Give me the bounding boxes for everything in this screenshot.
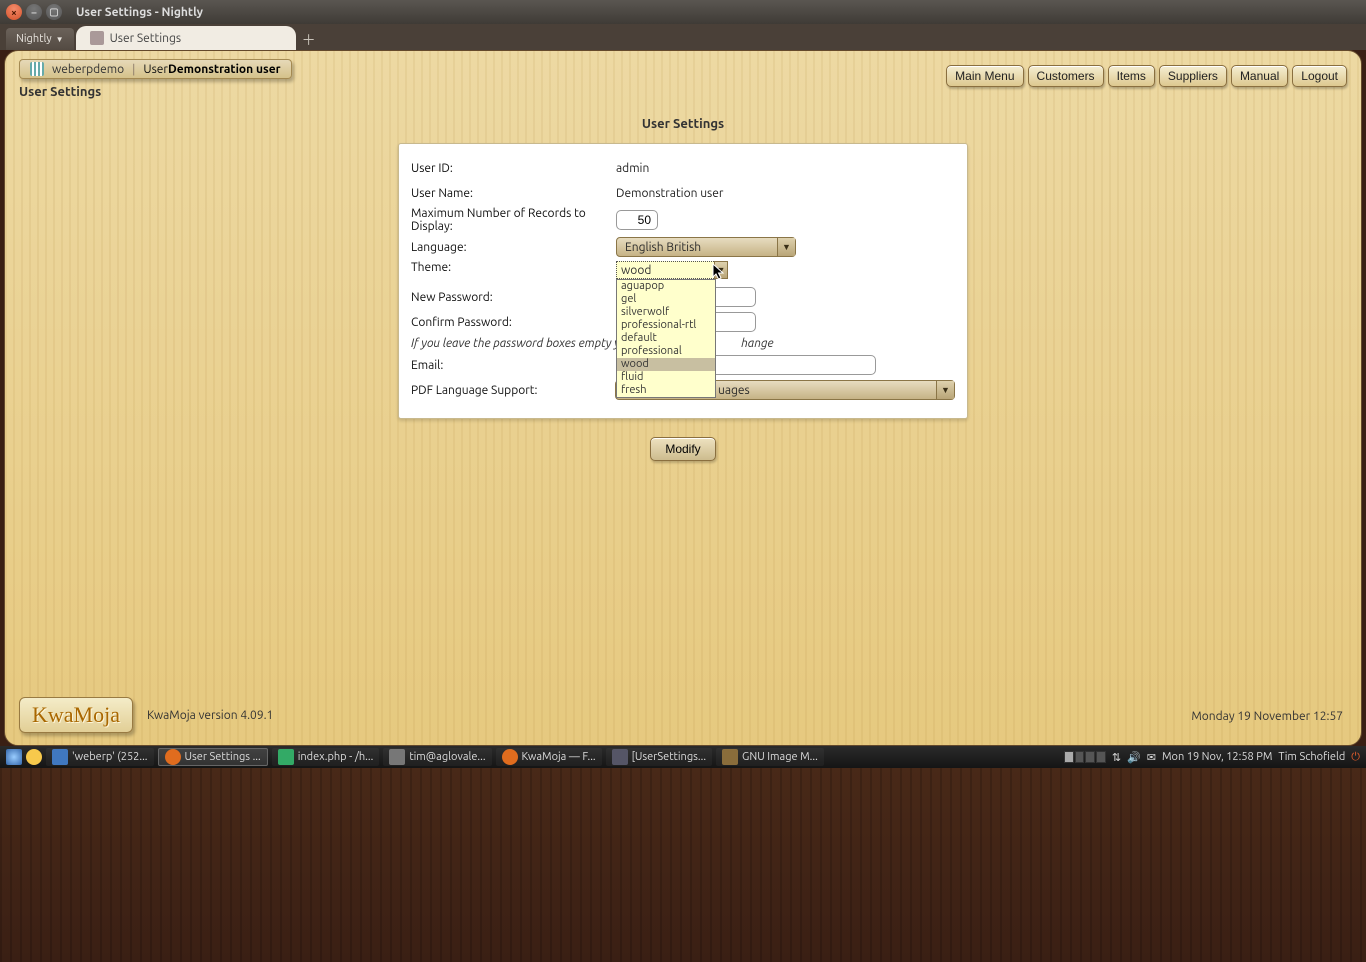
label-theme: Theme:: [411, 261, 616, 274]
editor-icon: [278, 749, 294, 765]
chevron-down-icon: ▼: [714, 261, 728, 279]
browser-tab-active[interactable]: User Settings: [76, 26, 296, 50]
theme-option[interactable]: fresh: [617, 384, 715, 397]
app-header: weberpdemo | UserDemonstration user User…: [5, 51, 1361, 61]
system-tray: ⇅ 🔊 ✉ Mon 19 Nov, 12:58 PM Tim Schofield…: [1064, 751, 1360, 764]
nav-suppliers-button[interactable]: Suppliers: [1159, 65, 1227, 87]
window-minimize-icon[interactable]: –: [26, 4, 42, 20]
window-titlebar: × – ▢ User Settings - Nightly: [0, 0, 1366, 24]
tab-favicon-icon: [90, 31, 104, 45]
theme-option[interactable]: silverwolf: [617, 306, 715, 319]
settings-form: User ID: admin User Name: Demonstration …: [398, 143, 968, 419]
window-title: User Settings - Nightly: [76, 6, 203, 19]
nav-logout-button[interactable]: Logout: [1292, 65, 1347, 87]
language-selected-value: English British: [625, 241, 701, 254]
breadcrumb-user: UserDemonstration user: [143, 63, 280, 76]
chevron-down-icon: ▼: [777, 238, 795, 256]
gimp-icon: [722, 749, 738, 765]
page-body: weberpdemo | UserDemonstration user User…: [4, 50, 1362, 746]
workspace-switcher[interactable]: [1064, 751, 1106, 763]
label-pdf-lang: PDF Language Support:: [411, 384, 615, 397]
os-taskbar: 'weberp' (252... User Settings ... index…: [0, 746, 1366, 768]
mail-icon: [389, 749, 405, 765]
theme-select[interactable]: wood ▼ aguapop gel silverwolf profession…: [616, 261, 716, 279]
theme-options-list: aguapop gel silverwolf professional-rtl …: [616, 279, 716, 398]
file-icon: [612, 749, 628, 765]
max-records-input[interactable]: [616, 210, 658, 230]
company-icon: [30, 62, 44, 76]
taskbar-clock[interactable]: Mon 19 Nov, 12:58 PM: [1162, 751, 1272, 763]
theme-option[interactable]: default: [617, 332, 715, 345]
browser-appmenu-label: Nightly: [16, 33, 52, 45]
nav-manual-button[interactable]: Manual: [1231, 65, 1288, 87]
taskbar-item[interactable]: [UserSettings...: [606, 748, 712, 766]
breadcrumb[interactable]: weberpdemo | UserDemonstration user: [19, 59, 292, 79]
theme-select-head[interactable]: wood ▼: [616, 261, 716, 279]
value-user-id: admin: [616, 162, 649, 175]
start-menu-icon[interactable]: [6, 749, 22, 765]
taskbar-item[interactable]: KwaMoja — F...: [496, 748, 602, 766]
power-icon[interactable]: ⏻: [1351, 751, 1360, 764]
new-tab-button[interactable]: ＋: [298, 30, 320, 50]
label-user-name: User Name:: [411, 187, 616, 200]
label-new-password: New Password:: [411, 291, 616, 304]
browser-tab-title: User Settings: [110, 32, 182, 45]
theme-option[interactable]: fluid: [617, 371, 715, 384]
top-navigation: Main Menu Customers Items Suppliers Manu…: [946, 65, 1347, 87]
taskbar-user[interactable]: Tim Schofield: [1278, 751, 1345, 763]
tray-mail-icon[interactable]: ✉: [1147, 751, 1156, 764]
tray-volume-icon[interactable]: 🔊: [1127, 751, 1141, 764]
taskbar-item-active[interactable]: User Settings ...: [158, 748, 268, 766]
nav-customers-button[interactable]: Customers: [1028, 65, 1104, 87]
brand-logo: KwaMoja: [19, 697, 133, 733]
theme-option[interactable]: professional: [617, 345, 715, 358]
window-maximize-icon[interactable]: ▢: [46, 4, 62, 20]
browser-tabstrip: Nightly ▼ User Settings ＋: [0, 24, 1366, 50]
tray-network-icon[interactable]: ⇅: [1112, 751, 1121, 764]
modify-button[interactable]: Modify: [650, 437, 715, 461]
browser-appmenu-button[interactable]: Nightly ▼: [6, 28, 74, 50]
theme-option[interactable]: gel: [617, 293, 715, 306]
window-close-icon[interactable]: ×: [6, 4, 22, 20]
language-select[interactable]: English British ▼: [616, 237, 796, 257]
taskbar-item[interactable]: GNU Image M...: [716, 748, 824, 766]
label-confirm-password: Confirm Password:: [411, 316, 616, 329]
theme-option[interactable]: professional-rtl: [617, 319, 715, 332]
form-title: User Settings: [5, 117, 1361, 131]
label-email: Email:: [411, 359, 616, 372]
desktop-background: [0, 746, 1366, 962]
label-user-id: User ID:: [411, 162, 616, 175]
firefox-icon: [165, 749, 181, 765]
chevron-down-icon: ▼: [56, 35, 64, 44]
value-user-name: Demonstration user: [616, 187, 723, 200]
theme-option[interactable]: aguapop: [617, 280, 715, 293]
firefox-icon: [502, 749, 518, 765]
breadcrumb-separator: |: [132, 63, 135, 76]
theme-selected-value: wood: [621, 264, 651, 277]
pdf-lang-visible-text: uages: [718, 384, 750, 397]
breadcrumb-company: weberpdemo: [52, 63, 124, 76]
taskbar-item[interactable]: 'weberp' (252...: [46, 748, 154, 766]
chevron-down-icon: ▼: [936, 381, 954, 399]
nav-main-menu-button[interactable]: Main Menu: [946, 65, 1023, 87]
brand-version: KwaMoja version 4.09.1: [147, 709, 273, 722]
theme-option-selected[interactable]: wood: [617, 358, 715, 371]
app-icon: [52, 749, 68, 765]
taskbar-item[interactable]: tim@aglovale...: [383, 748, 491, 766]
nav-items-button[interactable]: Items: [1108, 65, 1155, 87]
footer-brand: KwaMoja KwaMoja version 4.09.1: [19, 697, 273, 733]
label-language: Language:: [411, 241, 616, 254]
label-max-records: Maximum Number of Records to Display:: [411, 207, 616, 233]
chrome-icon[interactable]: [26, 749, 42, 765]
page-title: User Settings: [19, 85, 101, 99]
footer-datetime: Monday 19 November 12:57: [1191, 710, 1343, 723]
taskbar-item[interactable]: index.php - /h...: [272, 748, 380, 766]
